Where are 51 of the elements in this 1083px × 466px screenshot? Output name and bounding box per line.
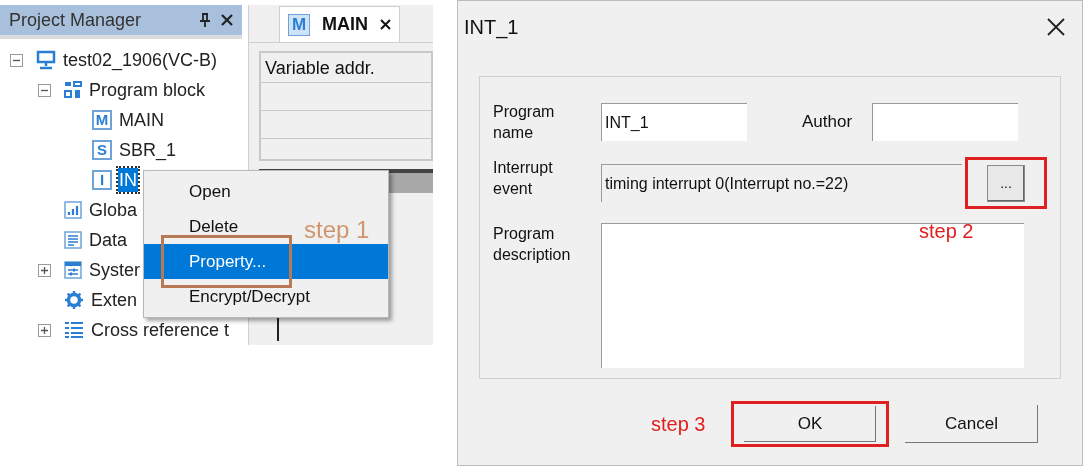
letter-icon: M [288,13,310,36]
browse-button[interactable]: ... [987,164,1025,202]
author-field[interactable] [872,103,1019,141]
step-label: step 1 [304,215,370,245]
column-header: Variable addr. [261,53,431,83]
list-icon [64,321,84,339]
field-label: Program name [493,102,556,143]
collapse-toggle-icon[interactable] [38,83,51,97]
sliders-icon [64,261,82,279]
panel-title: Project Manager [9,8,142,32]
expand-toggle-icon[interactable] [38,263,51,277]
program-name-field[interactable]: INT_1 [601,103,747,141]
letter-icon: I [92,170,112,190]
pin-icon[interactable] [199,13,211,27]
close-icon[interactable] [1046,17,1066,37]
ok-button[interactable]: OK [744,406,877,442]
field-label: Interrupt event [493,158,554,199]
close-icon[interactable] [380,19,391,30]
blocks-icon [64,81,82,99]
gear-icon [64,290,84,310]
step-label: step 3 [651,412,706,437]
step-label: step 2 [919,219,974,244]
tree-item[interactable]: Globa [88,198,139,222]
menu-item[interactable]: Delete [189,213,239,240]
tree-item[interactable]: Data [88,228,129,252]
document-icon [64,231,82,249]
editor-tab[interactable]: M MAIN [279,6,400,42]
tab-label: MAIN [322,13,368,36]
cancel-button[interactable]: Cancel [905,405,1039,443]
collapse-toggle-icon[interactable] [10,53,23,67]
tree-item[interactable]: SBR_1 [118,138,178,162]
tree-item[interactable]: IN [118,168,138,192]
tree-item[interactable]: Exten [90,288,139,312]
computer-icon [36,50,56,70]
tree-item[interactable]: test02_1906(VC-B) [62,48,219,72]
field-label: Program description [493,224,572,265]
tree-item[interactable]: Program block [88,78,207,102]
tree-item[interactable]: MAIN [118,108,165,132]
bar-chart-icon [64,201,82,219]
close-icon[interactable] [221,14,233,26]
menu-item[interactable]: Encrypt/Decrypt [189,283,310,310]
expand-toggle-icon[interactable] [38,323,51,337]
menu-item[interactable]: Open [189,178,231,205]
description-field[interactable] [601,223,1024,368]
tree-item[interactable]: Cross reference t [90,318,231,342]
tree-item[interactable]: Syster [88,258,141,282]
interrupt-event-field[interactable]: timing interrupt 0(Interrupt no.=22) [601,164,962,202]
field-label: Author [802,111,853,134]
dialog-title: INT_1 [464,15,519,41]
letter-icon: S [92,140,112,160]
letter-icon: M [92,110,112,130]
